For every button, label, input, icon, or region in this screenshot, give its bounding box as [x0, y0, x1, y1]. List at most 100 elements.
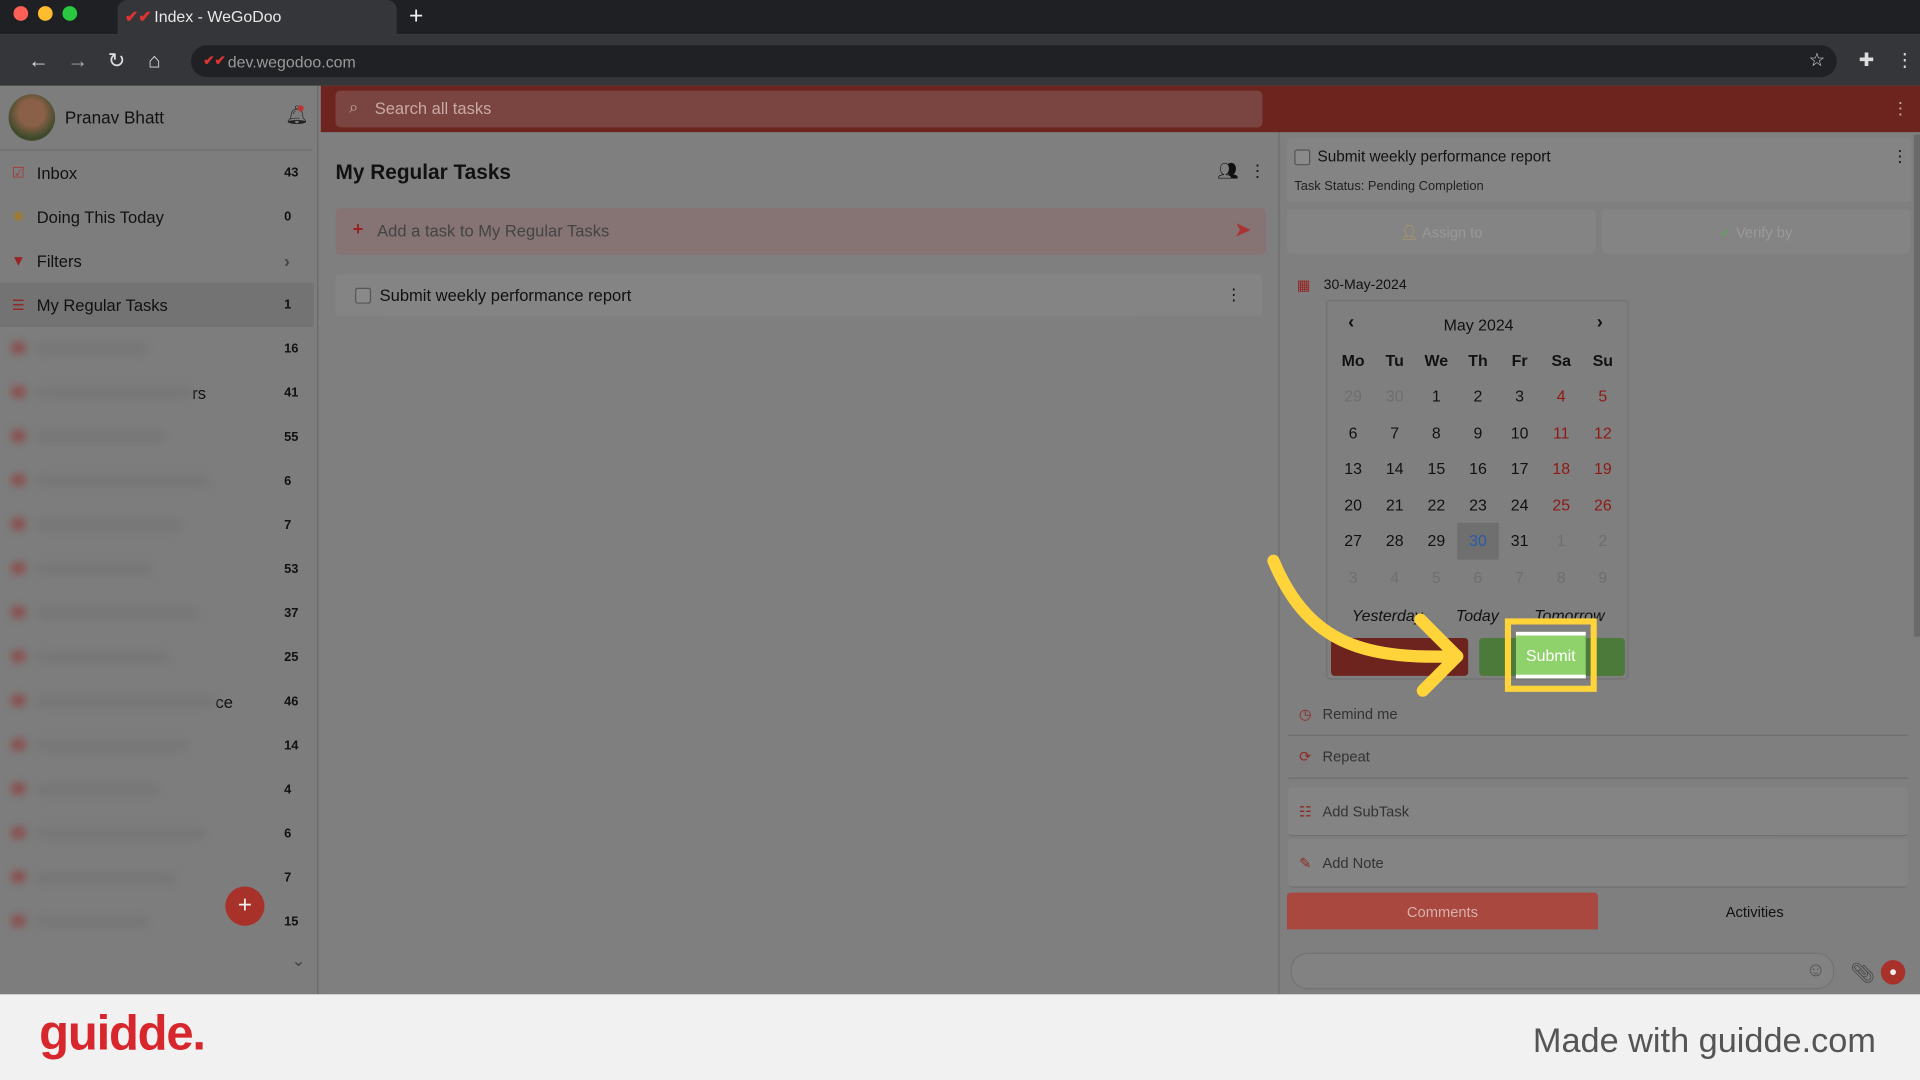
task-menu-icon[interactable]: ⋮ [1226, 285, 1242, 305]
sidebar-project-item[interactable]: 25 [0, 636, 313, 680]
calendar-day[interactable]: 17 [1499, 451, 1541, 487]
extensions-icon[interactable]: ✚ [1859, 49, 1874, 71]
sidebar-project-item[interactable]: 55 [0, 415, 313, 459]
list-menu-icon[interactable]: ⋮ [1249, 160, 1266, 181]
sidebar-project-item[interactable]: 6 [0, 812, 313, 856]
calendar-day[interactable]: 7 [1374, 414, 1416, 450]
calendar-day[interactable]: 15 [1416, 451, 1458, 487]
sidebar-project-item[interactable]: 16 [0, 327, 313, 371]
calendar-day[interactable]: 22 [1416, 487, 1458, 523]
sidebar-project-item[interactable]: rs 41 [0, 371, 313, 415]
back-icon[interactable]: ← [28, 49, 49, 73]
calendar-day[interactable]: 9 [1457, 414, 1499, 450]
search-input[interactable]: ⌕ Search all tasks [335, 90, 1263, 128]
next-month-button[interactable]: › [1597, 312, 1603, 333]
calendar-day[interactable]: 4 [1540, 378, 1582, 414]
calendar-day[interactable]: 5 [1582, 378, 1624, 414]
guidde-logo: guidde. [39, 1006, 206, 1061]
calendar-day[interactable]: 29 [1332, 378, 1374, 414]
add-subtask-row[interactable]: ☷ Add SubTask [1288, 787, 1908, 837]
calendar-day[interactable]: 7 [1499, 559, 1541, 595]
sidebar-project-item[interactable]: 6 [0, 459, 313, 503]
due-date[interactable]: 30-May-2024 [1324, 278, 1407, 293]
calendar-day[interactable]: 9 [1582, 559, 1624, 595]
close-window-button[interactable] [13, 6, 29, 21]
avatar[interactable] [8, 94, 56, 141]
header-menu-icon[interactable]: ⋮ [1892, 98, 1909, 119]
calendar-day[interactable]: 12 [1582, 414, 1624, 450]
sidebar-project-item[interactable]: 53 [0, 547, 313, 591]
bookmark-star-icon[interactable]: ☆ [1809, 49, 1825, 71]
task-row[interactable]: Submit weekly performance report ⋮ [335, 274, 1263, 316]
tab-comments[interactable]: Comments [1286, 892, 1598, 930]
url-field[interactable]: ✔✔ dev.wegodoo.com [191, 45, 1837, 78]
scrollbar[interactable] [1913, 134, 1920, 637]
add-note-row[interactable]: ✎ Add Note [1288, 838, 1908, 888]
sidebar-item-count: 43 [284, 165, 299, 181]
sidebar-item-doing-this-today[interactable]: ✺ Doing This Today 0 [0, 195, 313, 239]
sidebar-project-item[interactable]: ce 46 [0, 680, 313, 724]
tab-activities[interactable]: Activities [1599, 893, 1910, 930]
new-tab-button[interactable]: + [409, 2, 423, 30]
send-icon[interactable]: ➤ [1234, 218, 1251, 242]
task-checkbox[interactable] [355, 287, 372, 304]
maximize-window-button[interactable] [62, 6, 78, 21]
add-task-input[interactable]: + Add a task to My Regular Tasks ➤ [335, 208, 1267, 255]
calendar-day[interactable]: 8 [1416, 414, 1458, 450]
calendar-day[interactable]: 20 [1332, 487, 1374, 523]
submit-button[interactable]: Submit [1515, 631, 1586, 679]
share-users-icon[interactable]: 👥︎ [1217, 160, 1239, 181]
calendar-day[interactable]: 21 [1374, 487, 1416, 523]
sidebar-item-label [36, 563, 284, 576]
sidebar-project-item[interactable]: 7 [0, 856, 313, 900]
calendar-day[interactable]: 3 [1499, 378, 1541, 414]
calendar-day[interactable]: 2 [1457, 378, 1499, 414]
detail-title[interactable]: Submit weekly performance report [1318, 148, 1551, 165]
calendar-day[interactable]: 14 [1374, 451, 1416, 487]
home-icon[interactable]: ⌂ [148, 49, 161, 73]
sidebar-project-item[interactable]: 7 [0, 503, 313, 547]
browser-menu-icon[interactable]: ⋮ [1896, 49, 1914, 71]
subtask-icon: ☷ [1298, 802, 1312, 820]
verify-by-button[interactable]: ✔ Verify by [1601, 209, 1911, 254]
forward-icon[interactable]: → [67, 49, 88, 73]
calendar-day[interactable]: 25 [1540, 487, 1582, 523]
calendar-day[interactable]: 1 [1416, 378, 1458, 414]
calendar-day[interactable]: 2 [1582, 523, 1624, 559]
sidebar-project-item[interactable]: 14 [0, 724, 313, 768]
calendar-day[interactable]: 6 [1332, 414, 1374, 450]
calendar-day[interactable]: 13 [1332, 451, 1374, 487]
browser-tab[interactable]: ✔✔ Index - WeGoDoo [117, 0, 397, 35]
microphone-icon[interactable]: ● [1880, 960, 1906, 985]
comment-input[interactable]: ☺ [1290, 952, 1835, 990]
calendar-day[interactable]: 16 [1457, 451, 1499, 487]
attach-icon[interactable]: 📎︎ [1850, 961, 1875, 985]
sidebar-project-item[interactable]: 4 [0, 768, 313, 812]
add-user-icon: 👤︎ [1400, 224, 1422, 242]
calendar-day[interactable]: 19 [1582, 451, 1624, 487]
calendar-day[interactable]: 10 [1499, 414, 1541, 450]
assign-to-button[interactable]: 👤︎ Assign to [1286, 209, 1596, 254]
calendar-day[interactable]: 23 [1457, 487, 1499, 523]
detail-checkbox[interactable] [1294, 149, 1311, 166]
minimize-window-button[interactable] [37, 6, 53, 21]
reload-icon[interactable]: ↻ [108, 49, 125, 73]
sidebar-item-filters[interactable]: ▼ Filters › [0, 239, 313, 283]
sidebar-item-inbox[interactable]: ☑ Inbox 43 [0, 151, 313, 195]
calendar-day[interactable]: 30 [1374, 378, 1416, 414]
calendar-day[interactable]: 31 [1499, 523, 1541, 559]
calendar-day[interactable]: 24 [1499, 487, 1541, 523]
calendar-day[interactable]: 26 [1582, 487, 1624, 523]
calendar-day[interactable]: 8 [1540, 559, 1582, 595]
calendar-day[interactable]: 11 [1540, 414, 1582, 450]
sidebar-project-item[interactable]: 15 [0, 900, 313, 944]
sidebar-project-item[interactable]: 37 [0, 591, 313, 635]
detail-menu-icon[interactable]: ⋮ [1892, 147, 1908, 167]
calendar-day[interactable]: 1 [1540, 523, 1582, 559]
add-project-button[interactable]: + [225, 886, 265, 926]
chevron-down-icon[interactable]: ⌄ [291, 950, 305, 971]
sidebar-item-my-regular-tasks[interactable]: ☰ My Regular Tasks 1 [0, 282, 314, 327]
emoji-icon[interactable]: ☺ [1806, 960, 1826, 982]
calendar-day[interactable]: 18 [1540, 451, 1582, 487]
repeat-row[interactable]: ⟳ Repeat [1288, 735, 1908, 779]
